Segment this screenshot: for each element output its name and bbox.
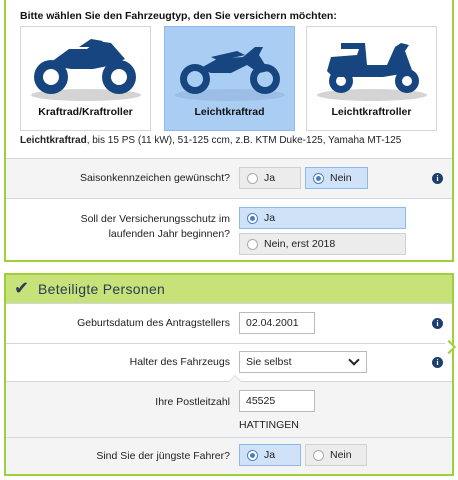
vehicle-type-title: Bitte wählen Sie den Fahrzeugtyp, den Si… xyxy=(20,10,337,22)
info-icon[interactable]: i xyxy=(432,173,443,184)
ort-text: HATTINGEN xyxy=(239,419,299,431)
halter-label: Halter des Fahrzeugs xyxy=(129,356,230,368)
radio-icon xyxy=(247,450,258,461)
juengster-fahrer-label: Sind Sie der jüngste Fahrer? xyxy=(96,450,230,462)
versicherungsschutz-label: Soll der Versicherungsschutz im laufende… xyxy=(80,213,230,240)
postleitzahl-input[interactable]: 45525 xyxy=(239,390,315,412)
vehicle-option-leichtkraftrad[interactable]: Leichtkraftrad xyxy=(164,26,295,131)
saison-ja-option[interactable]: Ja xyxy=(239,167,301,189)
vehicle-description: Leichtkraftrad, bis 15 PS (11 kW), 51-12… xyxy=(20,135,402,146)
vehicle-option-kraftrad[interactable]: Kraftrad/Kraftroller xyxy=(20,26,151,131)
saison-nein-option[interactable]: Nein xyxy=(305,167,368,189)
sport-motorcycle-icon xyxy=(30,39,141,101)
beteiligte-personen-panel: ✔ Beteiligte Personen Geburtsdatum des A… xyxy=(4,273,454,476)
versicherungsschutz-ja-option[interactable]: Ja xyxy=(239,207,406,229)
dirt-bike-icon xyxy=(174,47,285,101)
checkmark-icon: ✔ xyxy=(14,278,30,298)
versicherungsschutz-nein-option[interactable]: Nein, erst 2018 xyxy=(239,233,406,255)
juengster-ja-option[interactable]: Ja xyxy=(239,444,301,466)
postleitzahl-row: Ihre Postleitzahl 45525 HATTINGEN xyxy=(6,381,452,437)
section-header: ✔ Beteiligte Personen xyxy=(6,275,452,303)
scooter-icon xyxy=(316,43,427,101)
info-icon[interactable]: i xyxy=(432,318,443,329)
vehicle-label: Leichtkraftroller xyxy=(331,106,412,118)
postleitzahl-label: Ihre Postleitzahl xyxy=(155,396,230,408)
saison-row: Saisonkennzeichen gewünscht? Ja Nein i xyxy=(6,158,452,198)
radio-icon xyxy=(313,450,324,461)
juengster-fahrer-row: Sind Sie der jüngste Fahrer? Ja Nein xyxy=(6,437,452,474)
halter-select[interactable]: Sie selbst xyxy=(239,351,367,373)
saison-label: Saisonkennzeichen gewünscht? xyxy=(79,172,230,184)
chevron-down-icon xyxy=(348,354,360,366)
section-title: Beteiligte Personen xyxy=(38,281,166,297)
versicherungsschutz-row: Soll der Versicherungsschutz im laufende… xyxy=(6,198,452,260)
vehicle-type-panel: Bitte wählen Sie den Fahrzeugtyp, den Si… xyxy=(4,0,454,262)
radio-icon xyxy=(247,173,258,184)
vehicle-label: Kraftrad/Kraftroller xyxy=(38,106,133,118)
radio-icon xyxy=(313,173,324,184)
juengster-nein-option[interactable]: Nein xyxy=(305,444,367,466)
vehicle-label: Leichtkraftrad xyxy=(194,106,265,118)
geburtsdatum-label: Geburtsdatum des Antragstellers xyxy=(77,317,230,329)
geburtsdatum-input[interactable]: 02.04.2001 xyxy=(239,312,315,334)
pointer-arrow-inner xyxy=(229,376,241,382)
vehicle-option-leichtkraftroller[interactable]: Leichtkraftroller xyxy=(306,26,437,131)
geburtsdatum-row: Geburtsdatum des Antragstellers 02.04.20… xyxy=(6,303,452,343)
radio-icon xyxy=(247,213,258,224)
radio-icon xyxy=(247,239,258,250)
info-icon[interactable]: i xyxy=(432,357,443,368)
